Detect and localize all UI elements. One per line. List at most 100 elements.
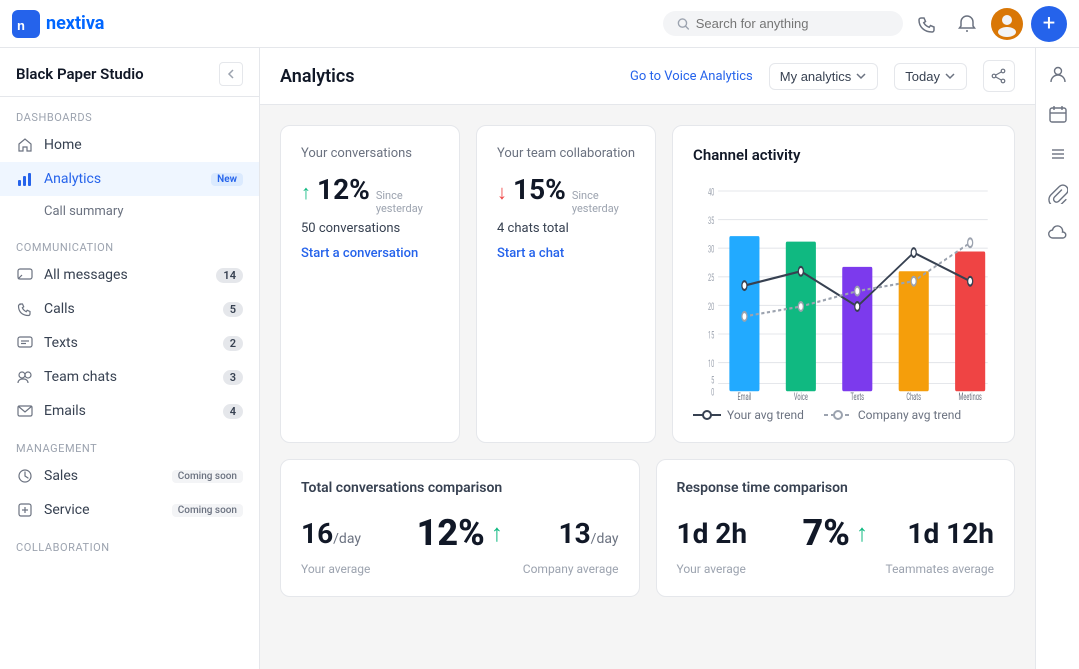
svg-text:Chats: Chats (906, 391, 921, 400)
service-coming-soon-badge: Coming soon (172, 504, 243, 517)
sidebar: Black Paper Studio Dashboards Home Analy… (0, 48, 260, 669)
response-teammates-avg: 1d 12h (907, 517, 994, 550)
calls-badge: 5 (223, 302, 243, 317)
service-icon (16, 501, 34, 519)
sidebar-item-calls[interactable]: Calls 5 (0, 292, 259, 326)
total-conversations-card: Total conversations comparison 16/day 12… (280, 459, 640, 597)
response-comparison-row: 1d 2h 7% ↑ 1d 12h (677, 512, 995, 554)
start-conversation-link[interactable]: Start a conversation (301, 246, 439, 261)
svg-text:35: 35 (708, 215, 715, 226)
page-title: Analytics (280, 66, 614, 87)
list-rail-icon[interactable] (1040, 136, 1076, 172)
svg-text:10: 10 (708, 358, 715, 369)
svg-text:0: 0 (711, 387, 715, 398)
channel-activity-title: Channel activity (693, 146, 994, 164)
bar-chart: 40 35 30 25 20 15 10 5 0 (693, 180, 994, 400)
analytics-icon (16, 170, 34, 188)
sidebar-item-emails[interactable]: Emails 4 (0, 394, 259, 428)
sidebar-item-team-chats[interactable]: Team chats 3 (0, 360, 259, 394)
sidebar-item-call-summary[interactable]: Call summary (0, 196, 259, 227)
conversations-since: Sinceyesterday (376, 189, 423, 215)
bottom-cards-row: Total conversations comparison 16/day 12… (280, 459, 1015, 597)
sidebar-item-analytics[interactable]: Analytics New (0, 162, 259, 196)
teamchats-icon (16, 368, 34, 386)
team-collab-card: Your team collaboration ↓ 15% Sinceyeste… (476, 125, 656, 443)
sidebar-item-sales-label: Sales (44, 468, 158, 484)
response-your-label: Your average (677, 562, 746, 576)
total-conversations-title: Total conversations comparison (301, 480, 619, 496)
your-avg-trend-legend: Your avg trend (693, 408, 804, 422)
sidebar-collapse-button[interactable] (219, 62, 243, 86)
svg-text:20: 20 (708, 301, 715, 312)
start-chat-link[interactable]: Start a chat (497, 246, 635, 261)
conversations-card: Your conversations ↑ 12% Sinceyesterday … (280, 125, 460, 443)
right-icon-rail (1035, 48, 1079, 669)
today-dropdown[interactable]: Today (894, 63, 967, 90)
svg-text:Texts: Texts (850, 391, 864, 400)
bell-icon[interactable] (951, 8, 983, 40)
cloud-rail-icon[interactable] (1040, 216, 1076, 252)
sidebar-item-calls-label: Calls (44, 301, 213, 317)
your-avg-label: Your average (301, 562, 370, 576)
home-icon (16, 136, 34, 154)
phone-icon[interactable] (911, 8, 943, 40)
texts-badge: 2 (223, 336, 243, 351)
sidebar-item-service[interactable]: Service Coming soon (0, 493, 259, 527)
total-comparison-pct: 12% (417, 512, 485, 554)
calendar-rail-icon[interactable] (1040, 96, 1076, 132)
texts-icon (16, 334, 34, 352)
go-to-voice-link[interactable]: Go to Voice Analytics (630, 69, 753, 84)
sidebar-item-sales[interactable]: Sales Coming soon (0, 459, 259, 493)
avatar[interactable] (991, 8, 1023, 40)
response-pct: 7% (803, 512, 850, 554)
management-section-label: Management (0, 428, 259, 459)
response-arrow: ↑ (856, 519, 868, 548)
conversations-sub: 50 conversations (301, 221, 439, 236)
sidebar-item-home[interactable]: Home (0, 128, 259, 162)
sidebar-item-texts[interactable]: Texts 2 (0, 326, 259, 360)
sidebar-item-emails-label: Emails (44, 403, 213, 419)
sidebar-item-all-messages[interactable]: All messages 14 (0, 258, 259, 292)
top-navigation: n nextiva + (0, 0, 1079, 48)
my-analytics-dropdown[interactable]: My analytics (769, 63, 879, 90)
analytics-new-badge: New (211, 173, 243, 186)
team-collab-sub: 4 chats total (497, 221, 635, 236)
collaboration-section-label: Collaboration (0, 527, 259, 558)
svg-text:15: 15 (708, 330, 715, 341)
response-labels-row: Your average Teammates average (677, 562, 995, 576)
total-labels-row: Your average Company average (301, 562, 619, 576)
share-button[interactable] (983, 60, 1015, 92)
response-time-title: Response time comparison (677, 480, 995, 496)
logo: n nextiva (12, 10, 104, 38)
nextiva-logo-text: nextiva (46, 13, 104, 34)
sidebar-item-call-summary-label: Call summary (44, 204, 243, 219)
sidebar-item-analytics-label: Analytics (44, 171, 197, 187)
all-messages-badge: 14 (216, 268, 243, 283)
search-icon (677, 17, 690, 31)
chart-legend: Your avg trend Company avg trend (693, 408, 994, 422)
main-content: Analytics Go to Voice Analytics My analy… (260, 48, 1035, 669)
sidebar-header: Black Paper Studio (0, 48, 259, 97)
company-avg-unit: /day (591, 531, 619, 547)
search-input[interactable] (696, 16, 889, 31)
add-button[interactable]: + (1031, 6, 1067, 42)
messages-icon (16, 266, 34, 284)
emails-badge: 4 (223, 404, 243, 419)
emails-icon (16, 402, 34, 420)
sidebar-item-all-messages-label: All messages (44, 267, 206, 283)
search-bar[interactable] (663, 11, 903, 36)
nextiva-logo-icon: n (12, 10, 40, 38)
svg-text:30: 30 (708, 244, 715, 255)
clip-rail-icon[interactable] (1040, 176, 1076, 212)
page-header: Analytics Go to Voice Analytics My analy… (260, 48, 1035, 105)
calls-icon (16, 300, 34, 318)
user-rail-icon[interactable] (1040, 56, 1076, 92)
svg-text:Email: Email (737, 391, 751, 400)
svg-text:5: 5 (711, 375, 715, 386)
team-collab-since: Sinceyesterday (572, 189, 619, 215)
svg-text:25: 25 (708, 273, 715, 284)
sidebar-item-texts-label: Texts (44, 335, 213, 351)
response-time-card: Response time comparison 1d 2h 7% ↑ 1d 1… (656, 459, 1016, 597)
company-avg-trend-legend: Company avg trend (824, 408, 961, 422)
svg-text:Voice: Voice (794, 391, 808, 400)
